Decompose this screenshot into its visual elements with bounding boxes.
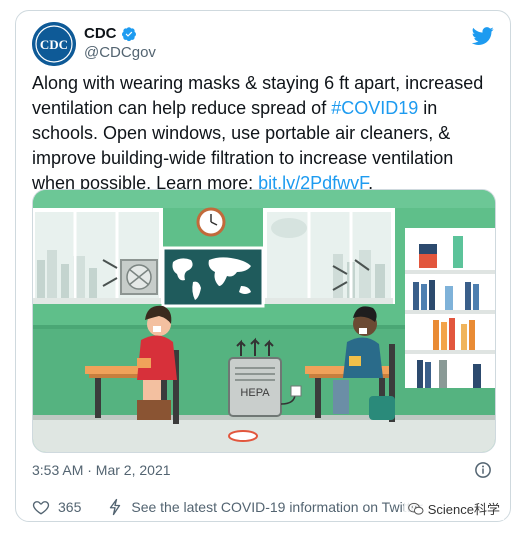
action-bar: 365 See the latest COVID-19 information … <box>32 498 423 516</box>
right-window <box>263 208 395 304</box>
wechat-icon <box>407 502 424 515</box>
account-name[interactable]: CDC <box>84 25 117 42</box>
classroom-illustration: HEPA <box>33 190 495 452</box>
hashtag-link[interactable]: #COVID19 <box>331 98 418 118</box>
like-button[interactable]: 365 <box>32 498 81 516</box>
tweet-media[interactable]: HEPA <box>32 189 496 453</box>
tweet-timestamp[interactable]: 3:53 AM · Mar 2, 2021 <box>32 462 171 478</box>
hepa-label: HEPA <box>240 387 270 399</box>
info-icon[interactable] <box>474 461 492 479</box>
tweet-text: Along with wearing masks & staying 6 ft … <box>32 71 500 196</box>
world-map-board <box>161 246 265 308</box>
account-name-row[interactable]: CDC <box>84 25 137 42</box>
tweet-card: CDC CDC @CDCgov Along with wearing masks… <box>15 10 511 522</box>
left-window <box>33 208 163 304</box>
twitter-bird-icon[interactable] <box>472 25 494 47</box>
like-count: 365 <box>58 499 82 515</box>
watermark: Science科学 <box>403 497 504 520</box>
verified-badge-icon <box>121 26 136 41</box>
watermark-text: Science科学 <box>427 502 500 517</box>
avatar-text: CDC <box>40 37 68 52</box>
bookshelf <box>405 228 495 388</box>
covid-info-link[interactable]: See the latest COVID-19 information on T… <box>131 499 423 515</box>
heart-icon <box>32 501 50 515</box>
avatar[interactable]: CDC <box>32 22 76 66</box>
clock <box>196 207 226 237</box>
share-icon[interactable] <box>107 498 123 516</box>
account-handle[interactable]: @CDCgov <box>84 44 156 61</box>
